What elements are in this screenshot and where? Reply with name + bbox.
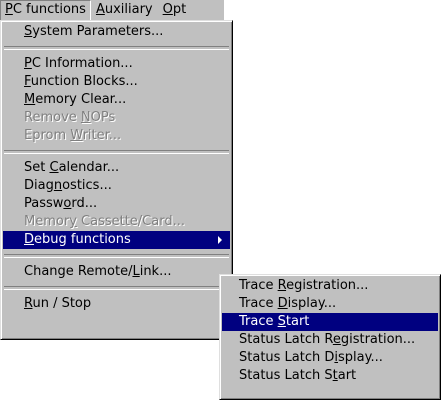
menu-item-text: Diag (24, 178, 54, 193)
menu-pc-functions[interactable]: PC functions (0, 0, 91, 21)
submenu-item-status-latch-start[interactable]: Status Latch Start (222, 367, 438, 385)
menu-item-memory-clear[interactable]: Memory Clear... (3, 91, 230, 109)
submenu-item-trace-start[interactable]: Trace Start (222, 313, 438, 331)
menu-item-text: Status Latch S (239, 368, 333, 383)
menu-options-key: O (162, 2, 173, 17)
menu-item-system-parameters[interactable]: System Parameters... (3, 23, 230, 41)
menu-item-text: ystem Parameters... (32, 24, 164, 39)
menu-item-text: splay... (338, 350, 383, 365)
menu-separator (4, 46, 229, 50)
menu-item-diagnostics[interactable]: Diagnostics... (3, 177, 230, 195)
menu-item-text: Trace (239, 314, 278, 329)
menu-item-eprom-writer: Eprom Writer... (3, 127, 230, 145)
menu-item-text: Remove (24, 110, 81, 125)
menu-item-remove-nops: Remove NOPs (3, 109, 230, 127)
menu-item-text: Trace (239, 296, 278, 311)
menu-item-text: OPs (90, 110, 116, 125)
menu-item-text: Status Latch D (239, 350, 335, 365)
submenu-item-trace-registration[interactable]: Trace Registration... (222, 277, 438, 295)
menu-item-pc-information[interactable]: PC Information... (3, 55, 230, 73)
menu-item-text: rd... (71, 196, 98, 211)
menu-item-change-remote-link[interactable]: Change Remote/Link... (3, 263, 230, 281)
menu-item-text: C Information... (31, 56, 133, 71)
submenu-arrow-icon (218, 236, 222, 244)
menu-pc-functions-label: C functions (12, 2, 86, 17)
menu-separator (4, 150, 229, 154)
menu-item-accelerator: W (70, 128, 83, 143)
menu-item-text: Eprom (24, 128, 71, 143)
menu-item-text: Trace (239, 278, 278, 293)
menu-item-accelerator: n (53, 178, 63, 193)
menu-item-accelerator: S (277, 314, 286, 329)
menu-item-memory-cassette-card: Memory Cassette/Card... (3, 213, 230, 231)
menu-item-password[interactable]: Password... (3, 195, 230, 213)
menu-item-run-stop[interactable]: Run / Stop (3, 295, 230, 313)
menu-bar: PC functions Auxiliary Opt (0, 0, 224, 21)
menu-item-text: emory Clear... (35, 92, 127, 107)
debug-functions-submenu: Trace Registration... Trace Display... T… (219, 274, 441, 400)
menu-item-accelerator: L (132, 264, 140, 279)
menu-auxiliary-key: A (95, 2, 105, 17)
menu-separator (4, 286, 229, 290)
pc-functions-dropdown: System Parameters... PC Information... F… (0, 20, 233, 340)
menu-item-accelerator: M (24, 92, 36, 107)
menu-separator (4, 254, 229, 258)
menu-item-text: Cassette/Card... (76, 214, 185, 229)
menu-item-text: alendar... (58, 160, 120, 175)
menu-item-set-calendar[interactable]: Set Calendar... (3, 159, 230, 177)
menu-item-accelerator: C (49, 160, 59, 175)
menu-item-text: gistration... (340, 332, 416, 347)
menu-item-text: Change Remote/ (24, 264, 133, 279)
menu-item-text: Status Latch R (239, 332, 333, 347)
menu-pc-functions-key: P (5, 2, 13, 17)
menu-auxiliary-label: uxiliary (104, 2, 153, 17)
menu-item-text: tart (285, 314, 310, 329)
menu-item-text: ebug functions (34, 232, 131, 247)
menu-item-accelerator: e (332, 332, 341, 347)
menu-item-accelerator: D (24, 232, 35, 247)
menu-options[interactable]: Opt (158, 0, 186, 20)
menu-item-text: Set (24, 160, 50, 175)
submenu-item-status-latch-display[interactable]: Status Latch Display... (222, 349, 438, 367)
submenu-item-status-latch-registration[interactable]: Status Latch Registration... (222, 331, 438, 349)
menu-item-accelerator: D (277, 296, 288, 311)
menu-item-accelerator: R (277, 278, 287, 293)
menu-item-text: ostics... (62, 178, 112, 193)
menu-item-text: art (337, 368, 357, 383)
menu-item-text: unction Blocks... (30, 74, 138, 89)
menu-item-text: ink... (139, 264, 172, 279)
menu-item-accelerator: y (69, 214, 77, 229)
menu-item-text: Memor (24, 214, 70, 229)
menu-item-text: riter... (82, 128, 122, 143)
menu-item-function-blocks[interactable]: Function Blocks... (3, 73, 230, 91)
menu-item-text: egistration... (286, 278, 369, 293)
menu-item-accelerator: P (24, 56, 32, 71)
submenu-item-trace-display[interactable]: Trace Display... (222, 295, 438, 313)
menu-item-accelerator: N (80, 110, 91, 125)
menu-item-text: Passw (24, 196, 64, 211)
menu-item-debug-functions[interactable]: Debug functions (3, 231, 230, 249)
menu-item-accelerator: F (24, 74, 31, 89)
menu-options-label: pt (172, 2, 186, 17)
menu-item-text: un / Stop (32, 296, 92, 311)
menu-auxiliary[interactable]: Auxiliary (91, 0, 158, 20)
menu-item-text: isplay... (287, 296, 337, 311)
